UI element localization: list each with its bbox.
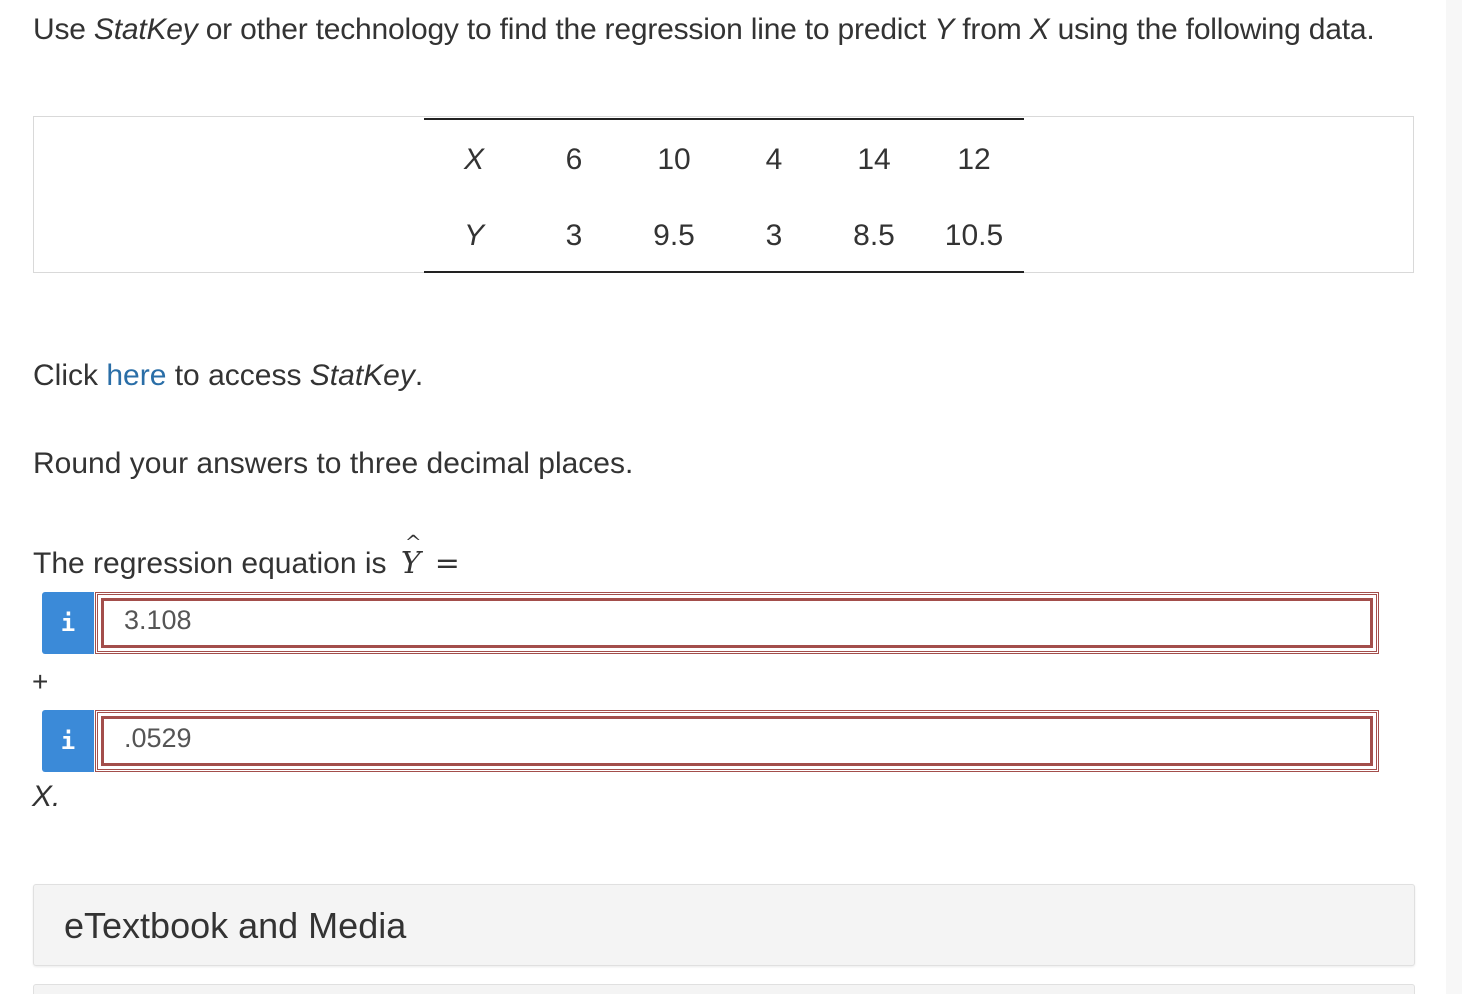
table-cell: 10.5	[944, 219, 1004, 252]
table-cell: 8.5	[853, 219, 895, 252]
question-part: from	[954, 13, 1030, 46]
intercept-answer-value: 3.108	[124, 605, 192, 635]
etextbook-media-button[interactable]: eTextbook and Media	[33, 884, 1415, 966]
regression-equation-label: The regression equation is ^ Y =	[33, 530, 460, 584]
question-part: Use	[33, 13, 94, 46]
question-part: or other technology to find the regressi…	[197, 13, 935, 46]
x-variable: X	[1029, 13, 1050, 46]
table-cell: 6	[565, 143, 583, 176]
slope-answer-field[interactable]: .0529	[95, 710, 1379, 772]
table-y-label: Y	[463, 219, 484, 252]
slope-answer-value: .0529	[124, 723, 192, 753]
access-text: .	[414, 359, 424, 392]
info-icon[interactable]: i	[42, 710, 94, 772]
table-cell: 3	[565, 219, 583, 252]
table-cell: 9.5	[653, 219, 695, 252]
answer-field-border	[101, 716, 1373, 766]
statkey-term: StatKey	[93, 13, 198, 46]
access-text: to access	[166, 359, 310, 392]
plus-sign: +	[32, 666, 49, 697]
answer-field-border	[101, 598, 1373, 648]
data-table: X 6 10 4 14 12 Y 3 9.5 3 8.5 10.5	[424, 118, 1024, 273]
statkey-link[interactable]: here	[106, 359, 166, 392]
page: Use StatKey or other technology to find …	[0, 0, 1462, 994]
statkey-term: StatKey	[309, 359, 415, 392]
etextbook-media-label: eTextbook and Media	[64, 905, 407, 946]
table-x-label: X	[463, 143, 484, 176]
question-text: Use StatKey or other technology to find …	[33, 8, 1413, 52]
table-cell: 10	[657, 143, 691, 176]
table-cell: 4	[765, 143, 783, 176]
y-hat-symbol: ^ Y	[401, 530, 422, 584]
question-part: using the following data.	[1049, 13, 1375, 46]
access-text: Click	[33, 359, 107, 392]
scrollbar-track[interactable]	[1446, 0, 1462, 994]
y-variable: Y	[934, 13, 955, 46]
access-statkey-line: Click here to access StatKey.	[33, 356, 423, 396]
table-cell: 3	[765, 219, 783, 252]
next-panel	[33, 984, 1415, 994]
table-cell: 12	[957, 143, 991, 176]
equation-prefix: The regression equation is	[33, 547, 395, 580]
hat-accent: ^	[404, 530, 422, 554]
round-instruction: Round your answers to three decimal plac…	[33, 447, 634, 480]
intercept-answer-field[interactable]: 3.108	[95, 592, 1379, 654]
equals-sign: =	[434, 546, 460, 581]
info-icon[interactable]: i	[42, 592, 94, 654]
x-suffix: X.	[32, 780, 61, 813]
table-cell: 14	[857, 143, 891, 176]
